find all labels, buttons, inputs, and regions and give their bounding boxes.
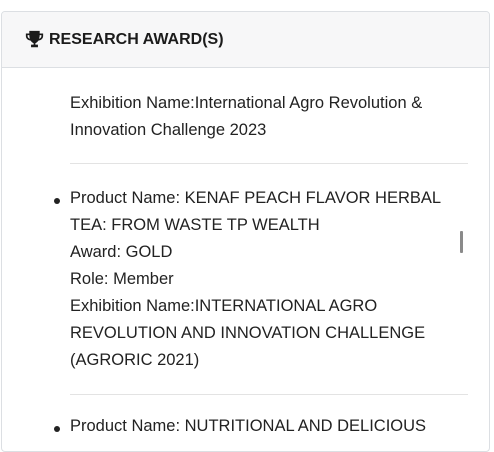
awards-scroll-area[interactable]: Exhibition Name:International Agro Revol… (2, 68, 489, 451)
product-name: Product Name: KENAF PEACH FLAVOR HERBAL … (70, 189, 441, 234)
award-list: Exhibition Name:International Agro Revol… (2, 68, 489, 440)
role: Role: Member (70, 270, 174, 288)
award-level: Award: GOLD (70, 243, 173, 261)
list-item: Product Name: KENAF PEACH FLAVOR HERBAL … (54, 164, 468, 395)
list-item: Product Name: NUTRITIONAL AND DELICIOUS (54, 395, 468, 440)
bullet (54, 426, 60, 432)
card-header: RESEARCH AWARD(S) (2, 12, 489, 68)
research-awards-card: RESEARCH AWARD(S) Exhibition Name:Intern… (1, 11, 490, 452)
exhibition-name: Exhibition Name:International Agro Revol… (70, 94, 423, 139)
exhibition-name: Exhibition Name:INTERNATIONAL AGRO REVOL… (70, 297, 426, 369)
trophy-icon (25, 30, 44, 48)
list-item: Exhibition Name:International Agro Revol… (70, 68, 468, 164)
card-title: RESEARCH AWARD(S) (49, 30, 224, 48)
product-name: Product Name: NUTRITIONAL AND DELICIOUS (70, 417, 427, 435)
scrollbar-thumb[interactable] (460, 231, 463, 253)
bullet (54, 198, 60, 204)
